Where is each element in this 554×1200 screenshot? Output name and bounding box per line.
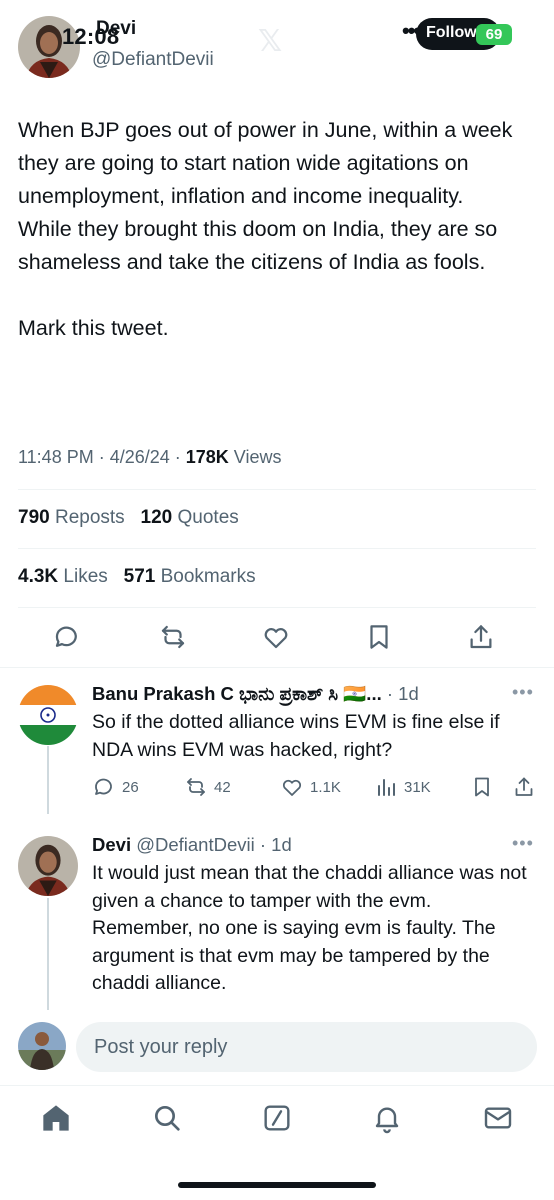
tweet-header: 12:08 Devi @DefiantDevii 𝕏 ••• Follow 69 — [0, 0, 554, 96]
reply-views-action[interactable]: 31K — [374, 775, 431, 799]
quotes-count: 120 — [140, 507, 173, 528]
views-icon — [378, 779, 395, 796]
home-icon[interactable] — [40, 1102, 72, 1134]
bookmark-icon[interactable] — [364, 622, 394, 652]
like-count: 1.1K — [310, 778, 341, 796]
repost-icon[interactable] — [158, 622, 188, 652]
reply-repost-action[interactable]: 42 — [184, 775, 231, 799]
reposts-stat[interactable]: 790 Reposts — [18, 507, 125, 528]
more-options-icon[interactable]: ••• — [512, 682, 534, 703]
reply-text: It would just mean that the chaddi allia… — [92, 862, 527, 994]
tweet-body: When BJP goes out of power in June, with… — [18, 114, 538, 345]
current-user-avatar[interactable] — [18, 1022, 66, 1070]
bookmarks-label: Bookmarks — [155, 566, 256, 587]
views-count: 31K — [404, 778, 431, 796]
likes-count: 4.3K — [18, 566, 59, 587]
quotes-stat[interactable]: 120 Quotes — [141, 507, 239, 528]
share-icon — [515, 777, 533, 796]
divider — [18, 607, 536, 608]
reply-count: 26 — [122, 778, 139, 796]
author-handle[interactable]: @DefiantDevii — [92, 49, 214, 71]
reposts-label: Reposts — [49, 507, 125, 528]
quotes-label: Quotes — [172, 507, 239, 528]
reply-composer: Post your reply — [0, 1010, 554, 1085]
reply-bookmark-action[interactable] — [470, 775, 494, 799]
reposts-count: 790 — [18, 507, 50, 528]
repost-count: 42 — [214, 778, 231, 796]
views-count: 178K — [185, 447, 229, 467]
reply-text: So if the dotted alliance wins EVM is fi… — [92, 711, 500, 761]
bookmark-icon — [475, 777, 489, 797]
divider — [0, 667, 554, 668]
divider — [18, 489, 536, 490]
reply-icon — [95, 778, 112, 795]
tweet-paragraph-gap — [18, 279, 538, 312]
reply-icon[interactable] — [52, 622, 82, 652]
tweet-actions — [0, 616, 554, 660]
reply-input[interactable]: Post your reply — [76, 1022, 537, 1072]
notifications-icon[interactable] — [371, 1102, 403, 1134]
like-icon — [282, 779, 302, 796]
bookmarks-count: 571 — [123, 566, 156, 587]
reply-avatar[interactable] — [18, 836, 78, 896]
reply-header: Banu Prakash C ಭಾನು ಪ್ರಕಾಶ್ ಸಿ 🇮🇳... · 1… — [92, 683, 419, 705]
bookmarks-stat[interactable]: 571 Bookmarks — [124, 566, 256, 587]
reply-author-name[interactable]: Banu Prakash C ಭಾನು ಪ್ರಕಾಶ್ ಸಿ 🇮🇳... — [92, 683, 382, 704]
reply-meta: · 1d — [381, 683, 419, 704]
tweet-paragraph: While they brought this doom on India, t… — [18, 217, 498, 274]
reply-actions: 26 42 1.1K 31K — [92, 775, 542, 805]
thread-line — [47, 746, 49, 814]
thread-line — [47, 898, 49, 1010]
search-icon[interactable] — [151, 1102, 183, 1134]
like-icon[interactable] — [261, 622, 291, 652]
reply-avatar[interactable] — [18, 685, 78, 745]
tweet-timestamp: 11:48 PM · 4/26/24 · — [18, 447, 186, 467]
reply-author-name[interactable]: Devi — [92, 834, 131, 855]
reposts-quotes-row: 790 Reposts 120 Quotes — [18, 507, 239, 529]
reply-reply-action[interactable]: 26 — [92, 775, 139, 799]
likes-bookmarks-row: 4.3K Likes 571 Bookmarks — [18, 566, 256, 588]
reply-header: Devi @DefiantDevii · 1d — [92, 834, 292, 856]
likes-label: Likes — [58, 566, 108, 587]
reply-share-action[interactable] — [512, 775, 536, 799]
likes-stat[interactable]: 4.3K Likes — [18, 566, 108, 587]
tweet-paragraph: When BJP goes out of power in June, with… — [18, 118, 513, 208]
tweet-meta: 11:48 PM · 4/26/24 · 178K Views — [18, 447, 282, 468]
home-indicator — [178, 1182, 376, 1188]
share-icon[interactable] — [466, 622, 496, 652]
reply-meta: @DefiantDevii · 1d — [131, 834, 292, 855]
divider — [18, 548, 536, 549]
more-options-icon[interactable]: ••• — [512, 833, 534, 854]
author-name[interactable]: Devi — [96, 18, 136, 40]
x-logo-icon: 𝕏 — [258, 25, 283, 58]
messages-icon[interactable] — [482, 1102, 514, 1134]
reply-like-action[interactable]: 1.1K — [280, 775, 341, 799]
repost-icon — [187, 778, 205, 796]
views-label: Views — [228, 447, 282, 467]
tweet-paragraph: Mark this tweet. — [18, 316, 169, 340]
grok-icon[interactable] — [261, 1102, 293, 1134]
battery-indicator: 69 — [476, 24, 512, 45]
